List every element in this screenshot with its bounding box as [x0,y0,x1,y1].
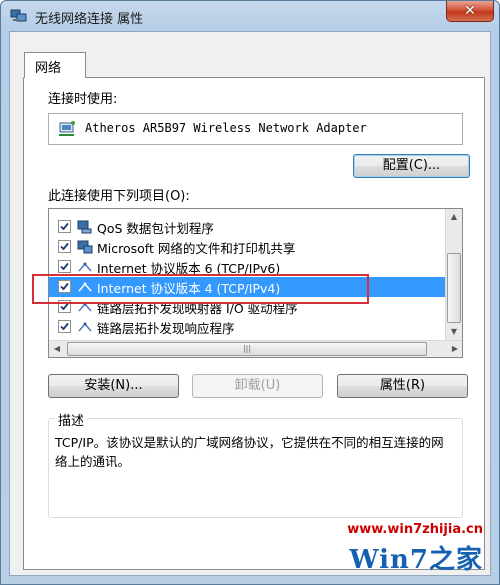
dialog-client: 网络 连接时使用: Atheros AR5B97 Wireless Networ… [9,31,491,576]
install-label: 安装(N)... [84,378,143,393]
properties-button[interactable]: 属性(R) [337,374,468,398]
file-share-icon [77,239,93,255]
protocol-icon [77,279,93,295]
list-item[interactable]: QoS 数据包计划程序 [49,217,446,237]
item-label: 链路层拓扑发现响应程序 [97,321,235,336]
install-button[interactable]: 安装(N)... [48,374,179,398]
item-checkbox[interactable] [58,280,71,293]
network-icon [10,8,28,24]
item-checkbox[interactable] [58,220,71,233]
configure-label: 配置(C)... [382,158,441,173]
qos-icon [77,219,93,235]
scroll-up-icon[interactable]: ▲ [446,209,462,225]
window-title: 无线网络连接 属性 [35,12,144,27]
properties-label: 属性(R) [379,378,426,393]
uninstall-button[interactable]: 卸载(U) [192,374,323,398]
scroll-down-icon[interactable]: ▼ [446,324,462,340]
watermark-logo: Win7之家 [349,545,483,575]
item-checkbox[interactable] [58,320,71,333]
title-bar[interactable]: 无线网络连接 属性 ✕ [1,1,499,31]
scroll-right-icon[interactable]: ▶ [447,341,462,357]
close-icon: ✕ [464,3,476,19]
list-item-selected[interactable]: Internet 协议版本 4 (TCP/IPv4) [49,277,446,297]
adapter-name: Atheros AR5B97 Wireless Network Adapter [85,121,367,135]
protocol-icon [77,259,93,275]
components-list[interactable]: QoS 数据包计划程序 Microsoft 网络的文件和打印机共享 Intern… [48,208,463,358]
tab-network[interactable]: 网络 [24,52,86,78]
tab-panel: 连接时使用: Atheros AR5B97 Wireless Network A… [23,77,485,570]
description-text: TCP/IP。该协议是默认的广域网络协议，它提供在不同的相互连接的网络上的通讯。 [55,435,444,469]
properties-window: 无线网络连接 属性 ✕ 网络 连接时使用: Atheros AR5B97 Wir… [0,0,500,585]
adapter-field: Atheros AR5B97 Wireless Network Adapter [48,113,463,145]
item-label: 链路层拓扑发现映射器 I/O 驱动程序 [97,301,298,316]
scroll-left-icon[interactable]: ◀ [49,341,65,357]
horizontal-scrollbar[interactable]: ◀ ||| ▶ [49,340,462,357]
watermark-url: www.win7zhijia.cn [347,522,483,537]
description-group: 描述 TCP/IP。该协议是默认的广域网络协议，它提供在不同的相互连接的网络上的… [48,410,463,518]
item-checkbox[interactable] [58,240,71,253]
item-checkbox[interactable] [58,260,71,273]
horizontal-scroll-thumb[interactable]: ||| [67,342,427,356]
uninstall-label: 卸载(U) [234,378,281,393]
list-item[interactable]: 链路层拓扑发现映射器 I/O 驱动程序 [49,297,446,317]
list-item[interactable]: Internet 协议版本 6 (TCP/IPv6) [49,257,446,277]
vertical-scrollbar[interactable]: ▲ ▼ [445,209,462,340]
protocol-icon [77,299,93,315]
protocol-icon [77,319,93,335]
watermark: www.win7zhijia.cn Win7之家 [347,522,483,576]
item-label: QoS 数据包计划程序 [97,221,214,236]
connect-using-label: 连接时使用: [48,92,118,107]
item-label: Microsoft 网络的文件和打印机共享 [97,241,296,256]
item-label: Internet 协议版本 4 (TCP/IPv4) [97,281,281,296]
vertical-scroll-thumb[interactable] [447,253,461,323]
adapter-icon [57,120,77,138]
list-item[interactable]: Microsoft 网络的文件和打印机共享 [49,237,446,257]
configure-button[interactable]: 配置(C)... [353,154,470,178]
items-label: 此连接使用下列项目(O): [48,189,190,204]
item-label: Internet 协议版本 6 (TCP/IPv6) [97,261,281,276]
close-button[interactable]: ✕ [446,1,494,22]
list-item[interactable]: 链路层拓扑发现响应程序 [49,317,446,337]
item-checkbox[interactable] [58,300,71,313]
description-title: 描述 [55,410,88,429]
tab-network-label: 网络 [35,61,62,76]
